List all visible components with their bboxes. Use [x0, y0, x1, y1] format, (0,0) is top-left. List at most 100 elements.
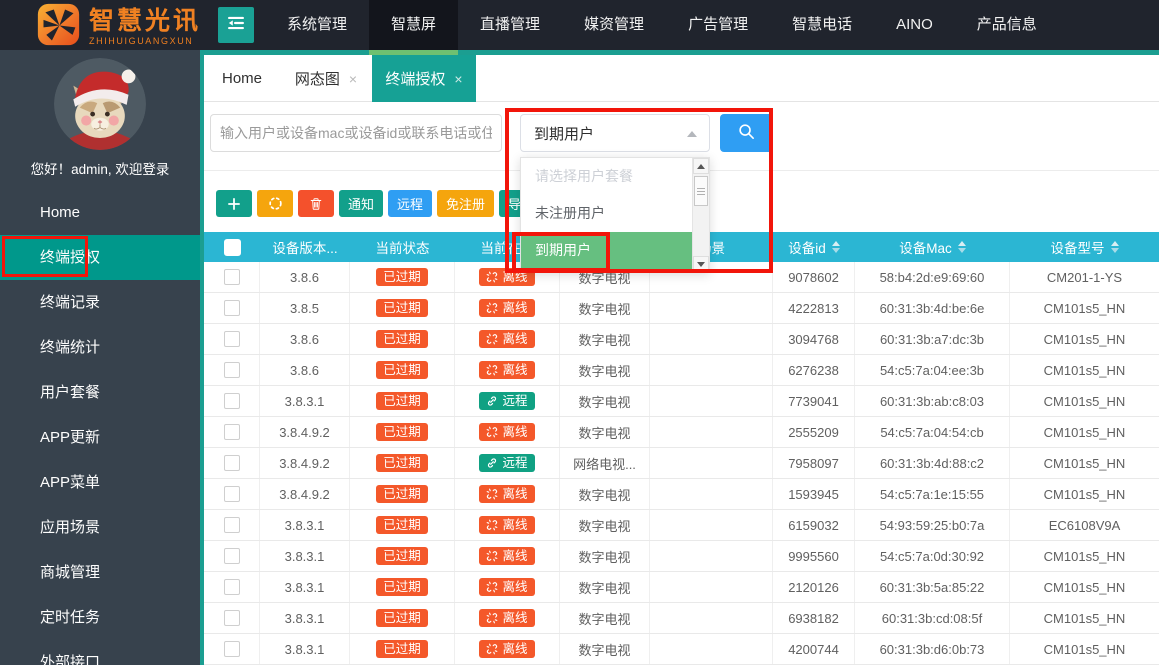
- device-id-cell: 4200744: [773, 634, 855, 664]
- online-state-cell: 离线: [455, 634, 560, 664]
- scene-cell: 数字电视: [560, 541, 650, 571]
- scene-cell: 数字电视: [560, 293, 650, 323]
- tab-label: 网态图: [294, 71, 340, 88]
- menu-toggle-button[interactable]: [218, 7, 254, 43]
- sidebar-item-终端统计[interactable]: 终端统计: [0, 325, 200, 370]
- extra-cell: [650, 603, 773, 633]
- triangle-up-icon: [697, 163, 705, 169]
- column-header-设备型号[interactable]: 设备型号: [1010, 232, 1159, 262]
- scrollbar-thumb[interactable]: [694, 176, 708, 206]
- row-checkbox[interactable]: [223, 579, 240, 595]
- broken-link-icon: [486, 581, 498, 593]
- device-model-cell: CM101s5_HN: [1043, 455, 1126, 471]
- tab-网态图[interactable]: 网态图 ×: [280, 55, 372, 102]
- table-row: 3.8.4.9.2 已过期 远程 网络电视... 7958097 60:31:3b:4d:…: [204, 448, 1159, 479]
- tab-close-icon[interactable]: ×: [349, 71, 357, 87]
- row-checkbox[interactable]: [223, 300, 240, 316]
- sidebar-menu: Home 终端授权 终端记录 终端统计 用户套餐 APP更新 APP菜单 应用场景 商城管理 定时…: [0, 190, 200, 665]
- device-version-cell: 3.8.4.9.2: [260, 479, 350, 509]
- row-checkbox[interactable]: [223, 424, 240, 440]
- device-id-cell: 9078602: [773, 262, 855, 292]
- row-checkbox[interactable]: [223, 269, 240, 285]
- status-badge-expired: 已过期: [376, 515, 428, 535]
- scroll-down-button[interactable]: [693, 256, 709, 272]
- remote-button[interactable]: 远程: [388, 190, 432, 217]
- sidebar-item-终端记录[interactable]: 终端记录: [0, 280, 200, 325]
- device-version-cell: 3.8.3.1: [260, 541, 350, 571]
- nav-item-智慧电话[interactable]: 智慧电话: [770, 0, 874, 50]
- broken-link-icon: [486, 333, 498, 345]
- device-model-cell: CM101s5_HN: [1043, 393, 1126, 409]
- row-select-cell: [204, 510, 260, 540]
- extra-cell: [650, 634, 773, 664]
- link-icon: [486, 457, 498, 469]
- sidebar-item-应用场景[interactable]: 应用场景: [0, 505, 200, 550]
- status-cell: 已过期: [350, 355, 455, 385]
- scene-cell: 数字电视: [560, 386, 650, 416]
- row-checkbox[interactable]: [223, 517, 240, 533]
- device-id-cell: 6938182: [773, 603, 855, 633]
- column-header-设备Mac[interactable]: 设备Mac: [855, 232, 1010, 262]
- sidebar-item-Home[interactable]: Home: [0, 190, 200, 235]
- broken-link-icon: [486, 302, 498, 314]
- row-checkbox[interactable]: [223, 641, 240, 657]
- tab-Home[interactable]: Home: [204, 55, 280, 102]
- nav-item-智慧屏[interactable]: 智慧屏: [369, 0, 459, 50]
- broken-link-icon: [486, 519, 498, 531]
- notify-button[interactable]: 通知: [339, 190, 383, 217]
- scroll-up-button[interactable]: [693, 158, 709, 174]
- nav-item-媒资管理[interactable]: 媒资管理: [562, 0, 666, 50]
- sort-arrows-icon[interactable]: [831, 241, 840, 253]
- scene-cell: 网络电视...: [560, 448, 650, 478]
- nav-item-产品信息[interactable]: 产品信息: [955, 0, 1059, 50]
- nav-item-AINO[interactable]: AINO: [874, 0, 955, 50]
- sort-arrows-icon[interactable]: [1110, 241, 1119, 253]
- device-mac-cell: 60:31:3b:5a:85:22: [855, 572, 1010, 602]
- device-version-cell: 3.8.3.1: [260, 603, 350, 633]
- search-input[interactable]: [210, 114, 502, 152]
- row-checkbox[interactable]: [223, 362, 240, 378]
- tab-close-icon[interactable]: ×: [454, 71, 462, 87]
- row-checkbox[interactable]: [223, 486, 240, 502]
- refresh-button[interactable]: [257, 190, 293, 217]
- sidebar-item-APP菜单[interactable]: APP菜单: [0, 460, 200, 505]
- table-row: 3.8.3.1 已过期 离线 数字电视 6159032 54:93:59:25:b0:7a…: [204, 510, 1159, 541]
- dropdown-options: 请选择用户套餐 未注册用户 到期用户: [521, 158, 692, 272]
- sort-arrows-icon[interactable]: [957, 241, 966, 253]
- trash-icon: [309, 197, 323, 211]
- sidebar-item-APP更新[interactable]: APP更新: [0, 415, 200, 460]
- scene-cell: 数字电视: [560, 479, 650, 509]
- sidebar-item-定时任务[interactable]: 定时任务: [0, 595, 200, 640]
- add-button[interactable]: [216, 190, 252, 217]
- tab-终端授权[interactable]: 终端授权 ×: [372, 55, 476, 102]
- row-checkbox[interactable]: [223, 331, 240, 347]
- user-avatar[interactable]: [54, 58, 146, 150]
- nav-item-广告管理[interactable]: 广告管理: [666, 0, 770, 50]
- no-register-button[interactable]: 免注册: [437, 190, 494, 217]
- select-all-checkbox[interactable]: [223, 238, 241, 256]
- row-checkbox[interactable]: [223, 610, 240, 626]
- user-package-select[interactable]: 到期用户: [520, 114, 710, 152]
- nav-item-直播管理[interactable]: 直播管理: [458, 0, 562, 50]
- nav-item-系统管理[interactable]: 系统管理: [265, 0, 369, 50]
- delete-button[interactable]: [298, 190, 334, 217]
- dropdown-option-未注册用户[interactable]: 未注册用户: [521, 195, 692, 232]
- dropdown-option-请选择用户套餐[interactable]: 请选择用户套餐: [521, 158, 692, 195]
- column-header-设备id[interactable]: 设备id: [773, 232, 855, 262]
- row-checkbox[interactable]: [223, 393, 240, 409]
- sidebar-item-外部接口[interactable]: 外部接口: [0, 640, 200, 665]
- sidebar-item-商城管理[interactable]: 商城管理: [0, 550, 200, 595]
- search-button[interactable]: [720, 114, 773, 152]
- status-badge-expired: 已过期: [376, 577, 428, 597]
- dropdown-scrollbar: [692, 158, 709, 272]
- dropdown-option-到期用户[interactable]: 到期用户: [521, 232, 692, 269]
- online-badge-label: 离线: [502, 579, 528, 594]
- online-state-cell: 离线: [455, 324, 560, 354]
- device-model-cell: CM101s5_HN: [1043, 579, 1126, 595]
- device-id-cell: 2555209: [773, 417, 855, 447]
- sidebar-item-终端授权[interactable]: 终端授权: [0, 235, 200, 280]
- sidebar-item-用户套餐[interactable]: 用户套餐: [0, 370, 200, 415]
- row-checkbox[interactable]: [223, 548, 240, 564]
- broken-link-icon: [486, 426, 498, 438]
- row-checkbox[interactable]: [223, 455, 240, 471]
